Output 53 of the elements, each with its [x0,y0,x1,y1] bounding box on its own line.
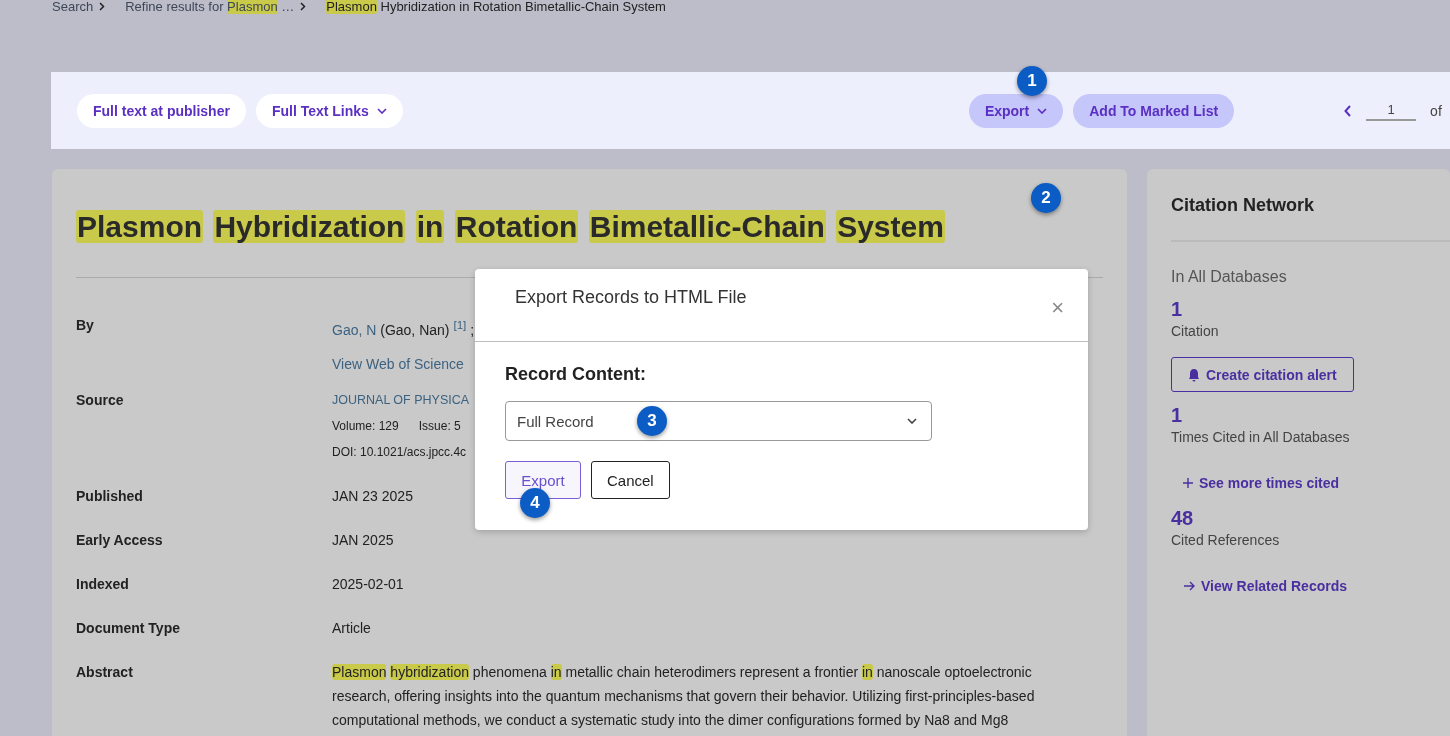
dropdown-button[interactable]: Export [968,93,1064,128]
count-label: Citation [1171,323,1220,339]
breadcrumb-link[interactable]: Search [52,0,94,14]
count-label: Times Cited in All Databases [1171,429,1351,445]
panel-subtitle: In All Databases [1171,268,1288,286]
chevron-right-icon [99,1,106,11]
field-label: By [76,316,95,335]
count-label: Cited References [1171,532,1281,548]
count[interactable]: 48 [1171,507,1450,530]
field-label: Document Type [76,618,181,637]
page-total: of [1430,102,1442,119]
toolbar-button[interactable]: Add To Marked List [1073,93,1235,128]
field-value: 2025-02-01 [332,574,404,593]
cancel-button[interactable]: Cancel [591,461,670,499]
chevron-left-icon[interactable] [1344,104,1353,117]
arrow-right-icon [1183,581,1195,591]
field-label: Record Content: [505,364,647,385]
caret-icon [376,107,387,114]
field-label: Early Access [76,530,164,549]
count[interactable]: 1 [1171,404,1450,427]
panel-title: Citation Network [1171,195,1450,242]
field-label: Indexed [76,574,130,593]
field-value: JAN 23 2025 [332,486,413,505]
related-records-link[interactable]: View Related Records [1201,578,1348,594]
breadcrumb-current: Plasmon Hybridization in Rotation Bimetallic-Chain System [326,0,666,14]
doi: DOI: 10.1021/acs.jpcc.4c [332,443,468,461]
bell-icon [1188,367,1200,382]
field-value: Article [332,618,371,637]
journal-link[interactable]: JOURNAL OF PHYSICA [332,390,470,409]
volume: Volume: 129 [332,417,399,435]
field-label: Source [76,390,125,410]
author-line: Gao, N (Gao, Nan) $^{[1]}$ ; [332,317,475,339]
step-marker: 1 [1017,66,1047,96]
author-link[interactable]: Gao, N [332,321,377,338]
field-value: JAN 2025 [332,530,394,549]
field-label: Abstract [76,662,134,682]
plus-icon [1183,478,1193,488]
issue: Issue: 5 [418,417,461,435]
breadcrumb-link[interactable]: Refine results for Plasmon … [125,0,295,14]
dropdown-button[interactable]: Full Text Links [255,93,403,128]
field-label: Published [76,486,144,505]
see-more-link[interactable]: See more times cited [1199,475,1340,491]
toolbar-button[interactable]: Full text at publisher [77,93,246,128]
create-alert-button[interactable]: Create citation alert [1171,357,1354,392]
researcher-link[interactable]: View Web of Science [332,354,475,373]
caret-icon [907,418,917,424]
caret-icon [1037,107,1048,114]
chevron-right-icon [300,1,307,11]
abstract-text: Plasmon hybridization phenomena in metallic chain heterodimers represent a frontier in nanoscale optoelectronic research, offering insights into the quantum mechanisms that govern their behavior. Utilizing first-principles-based computational methods, we conduct a systematic study into the dimer configurations formed by Na8 and Mg8 [332,662,1036,730]
close-button[interactable]: × [1051,295,1064,319]
dialog-title: Export Records to HTML File [515,287,747,309]
page-input[interactable]: 1 [1366,100,1417,121]
count[interactable]: 1 [1171,298,1450,321]
